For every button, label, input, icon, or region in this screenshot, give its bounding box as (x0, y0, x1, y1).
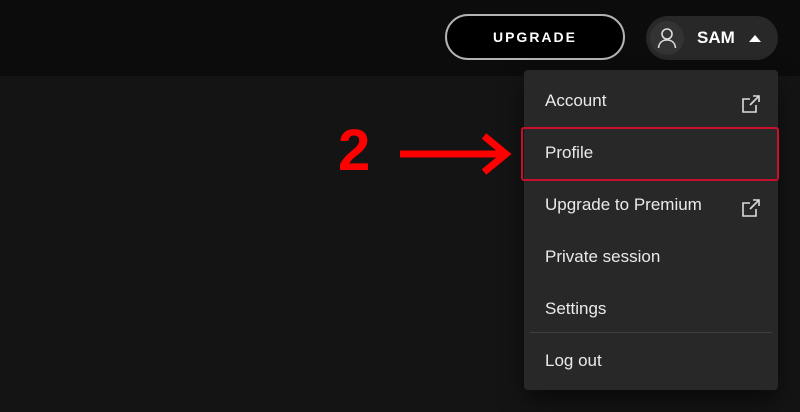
menu-item-label: Account (545, 91, 607, 110)
menu-item-account[interactable]: Account (524, 75, 778, 127)
caret-up-icon (748, 34, 761, 42)
user-icon (650, 21, 684, 55)
step-number-annotation: 2 (338, 118, 371, 183)
user-dropdown-menu: Account Profile Upgrade to Premium Priva… (524, 70, 778, 390)
menu-item-profile[interactable]: Profile (524, 127, 778, 179)
menu-item-label: Log out (545, 351, 602, 370)
upgrade-button-label: UPGRADE (492, 29, 577, 45)
menu-item-label: Settings (545, 299, 607, 318)
external-link-icon (742, 95, 760, 113)
user-menu-button[interactable]: SAM (646, 16, 778, 60)
menu-item-label: Upgrade to Premium (545, 195, 702, 214)
upgrade-button[interactable]: UPGRADE (445, 14, 625, 60)
arrow-right-icon (400, 133, 512, 175)
menu-divider (530, 332, 772, 333)
user-name: SAM (697, 28, 735, 47)
menu-item-private-session[interactable]: Private session (524, 231, 778, 283)
external-link-icon (742, 199, 760, 217)
app-window: UPGRADE SAM Account Profile Upgrade to P… (0, 0, 800, 412)
menu-item-log-out[interactable]: Log out (524, 335, 778, 387)
menu-item-settings[interactable]: Settings (524, 283, 778, 335)
menu-item-upgrade-to-premium[interactable]: Upgrade to Premium (524, 179, 778, 231)
menu-item-label: Profile (545, 143, 594, 162)
menu-item-label: Private session (545, 247, 661, 266)
